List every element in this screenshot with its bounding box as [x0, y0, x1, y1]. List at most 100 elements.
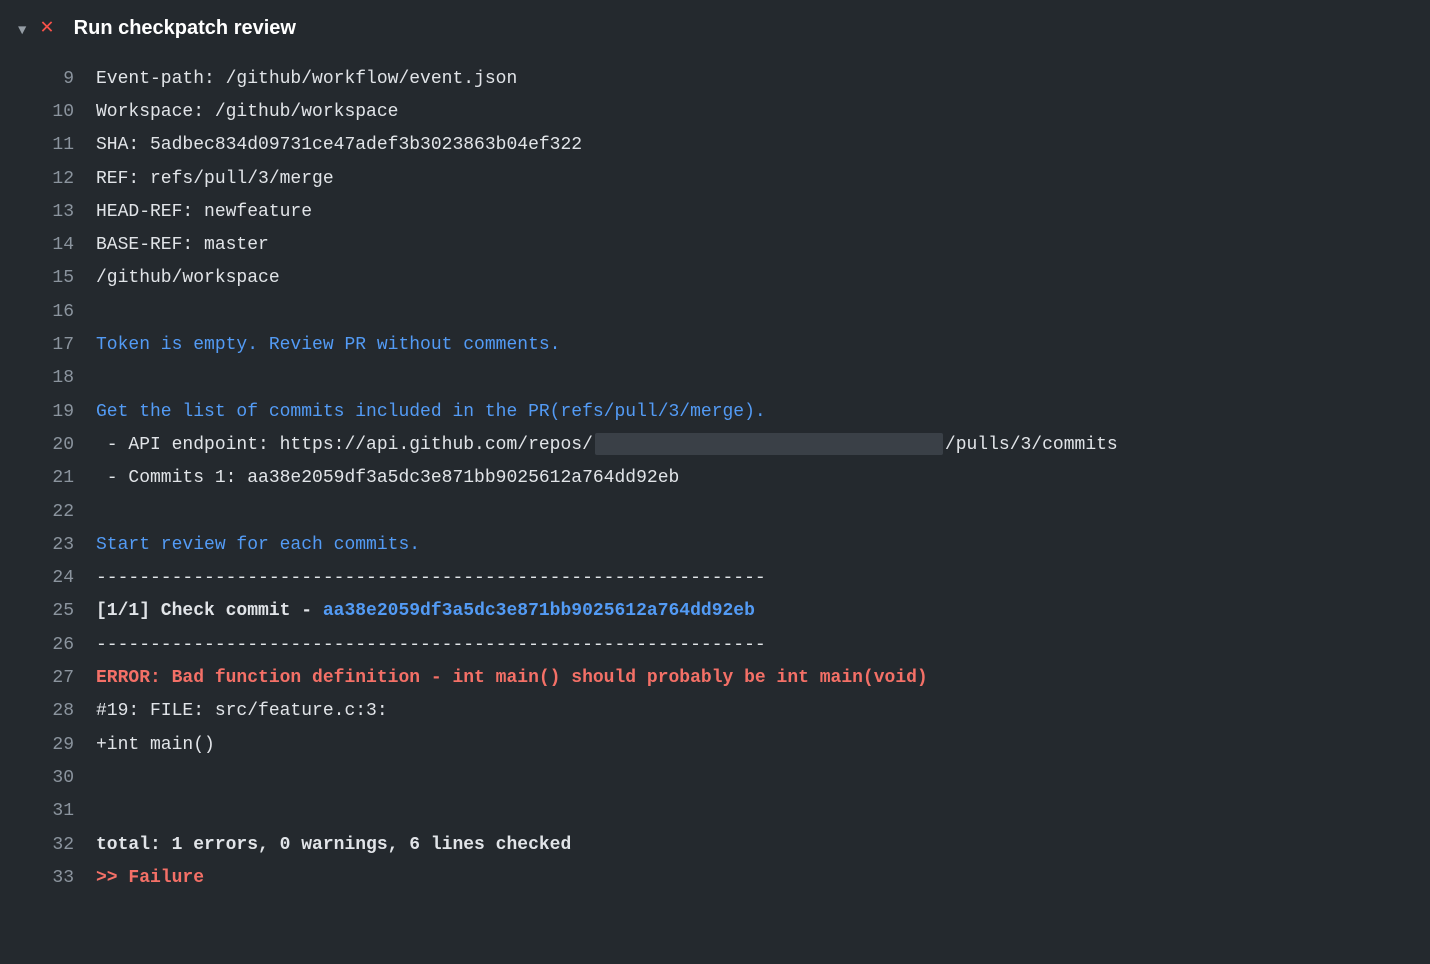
log-text-segment: ----------------------------------------… — [96, 568, 766, 588]
line-content: Get the list of commits included in the … — [96, 396, 1430, 429]
line-content: +int main() — [96, 729, 1430, 762]
line-content — [96, 496, 1430, 529]
step-title: Run checkpatch review — [74, 10, 296, 47]
log-text-segment: Workspace: /github/workspace — [96, 102, 398, 122]
line-content: BASE-REF: master — [96, 229, 1430, 262]
log-output: 9Event-path: /github/workflow/event.json… — [0, 63, 1430, 905]
log-line: 13HEAD-REF: newfeature — [0, 196, 1430, 229]
log-text-segment: HEAD-REF: newfeature — [96, 202, 312, 222]
log-line: 24--------------------------------------… — [0, 562, 1430, 595]
line-content: #19: FILE: src/feature.c:3: — [96, 695, 1430, 728]
line-content: [1/1] Check commit - aa38e2059df3a5dc3e8… — [96, 595, 1430, 628]
log-text-segment: Start review for each commits. — [96, 535, 420, 555]
log-text-segment: - API endpoint: https://api.github.com/r… — [96, 435, 593, 455]
line-content: ----------------------------------------… — [96, 629, 1430, 662]
line-content: >> Failure — [96, 862, 1430, 895]
log-line: 10Workspace: /github/workspace — [0, 96, 1430, 129]
line-content: Start review for each commits. — [96, 529, 1430, 562]
log-line: 20 - API endpoint: https://api.github.co… — [0, 429, 1430, 462]
line-number: 22 — [0, 496, 96, 529]
log-text-segment: /github/workspace — [96, 268, 280, 288]
log-text-segment: SHA: 5adbec834d09731ce47adef3b3023863b04… — [96, 135, 582, 155]
log-text-segment: /pulls/3/commits — [945, 435, 1118, 455]
line-number: 25 — [0, 595, 96, 628]
line-number: 15 — [0, 262, 96, 295]
log-line: 29+int main() — [0, 729, 1430, 762]
step-header[interactable]: ▲ ✕ Run checkpatch review — [0, 0, 1430, 63]
line-number: 33 — [0, 862, 96, 895]
log-line: 28#19: FILE: src/feature.c:3: — [0, 695, 1430, 728]
line-content: Token is empty. Review PR without commen… — [96, 329, 1430, 362]
line-number: 17 — [0, 329, 96, 362]
line-number: 16 — [0, 296, 96, 329]
log-text-segment: [1/1] Check commit - — [96, 601, 323, 621]
log-line: 32total: 1 errors, 0 warnings, 6 lines c… — [0, 829, 1430, 862]
line-content — [96, 296, 1430, 329]
log-line: 9Event-path: /github/workflow/event.json — [0, 63, 1430, 96]
log-line: 14BASE-REF: master — [0, 229, 1430, 262]
line-content: Event-path: /github/workflow/event.json — [96, 63, 1430, 96]
x-failure-icon: ✕ — [40, 8, 53, 49]
line-number: 31 — [0, 795, 96, 828]
log-line: 17Token is empty. Review PR without comm… — [0, 329, 1430, 362]
line-number: 10 — [0, 96, 96, 129]
line-number: 19 — [0, 396, 96, 429]
log-line: 15/github/workspace — [0, 262, 1430, 295]
log-line: 16 — [0, 296, 1430, 329]
line-content: HEAD-REF: newfeature — [96, 196, 1430, 229]
redacted-segment — [595, 433, 943, 455]
log-line: 23Start review for each commits. — [0, 529, 1430, 562]
log-text-segment: Failure — [128, 868, 204, 888]
log-line: 21 - Commits 1: aa38e2059df3a5dc3e871bb9… — [0, 462, 1430, 495]
log-line: 19Get the list of commits included in th… — [0, 396, 1430, 429]
log-text-segment: Get the list of commits included in the … — [96, 402, 766, 422]
line-number: 26 — [0, 629, 96, 662]
log-line: 27ERROR: Bad function definition - int m… — [0, 662, 1430, 695]
log-line: 11SHA: 5adbec834d09731ce47adef3b3023863b… — [0, 129, 1430, 162]
line-content: total: 1 errors, 0 warnings, 6 lines che… — [96, 829, 1430, 862]
line-content: REF: refs/pull/3/merge — [96, 163, 1430, 196]
line-number: 12 — [0, 163, 96, 196]
line-content: - API endpoint: https://api.github.com/r… — [96, 429, 1430, 462]
log-text-segment: >> — [96, 868, 128, 888]
log-text-segment: Event-path: /github/workflow/event.json — [96, 69, 517, 89]
line-content: ERROR: Bad function definition - int mai… — [96, 662, 1430, 695]
chevron-down-icon: ▲ — [18, 15, 26, 41]
line-number: 9 — [0, 63, 96, 96]
log-line: 31 — [0, 795, 1430, 828]
line-number: 28 — [0, 695, 96, 728]
line-number: 18 — [0, 362, 96, 395]
line-number: 23 — [0, 529, 96, 562]
line-number: 32 — [0, 829, 96, 862]
line-content — [96, 762, 1430, 795]
line-number: 14 — [0, 229, 96, 262]
line-number: 13 — [0, 196, 96, 229]
line-number: 30 — [0, 762, 96, 795]
line-content: /github/workspace — [96, 262, 1430, 295]
line-content — [96, 362, 1430, 395]
line-content: Workspace: /github/workspace — [96, 96, 1430, 129]
line-content — [96, 795, 1430, 828]
log-line: 22 — [0, 496, 1430, 529]
log-text-segment: ----------------------------------------… — [96, 635, 766, 655]
line-content: ----------------------------------------… — [96, 562, 1430, 595]
line-number: 20 — [0, 429, 96, 462]
log-text-segment: REF: refs/pull/3/merge — [96, 169, 334, 189]
line-number: 27 — [0, 662, 96, 695]
log-line: 26--------------------------------------… — [0, 629, 1430, 662]
line-number: 11 — [0, 129, 96, 162]
line-content: - Commits 1: aa38e2059df3a5dc3e871bb9025… — [96, 462, 1430, 495]
log-line: 12REF: refs/pull/3/merge — [0, 163, 1430, 196]
log-line: 25[1/1] Check commit - aa38e2059df3a5dc3… — [0, 595, 1430, 628]
log-text-segment: +int main() — [96, 735, 215, 755]
line-content: SHA: 5adbec834d09731ce47adef3b3023863b04… — [96, 129, 1430, 162]
log-text-segment: aa38e2059df3a5dc3e871bb9025612a764dd92eb — [323, 601, 755, 621]
log-text-segment: total: 1 errors, 0 warnings, 6 lines che… — [96, 835, 571, 855]
log-text-segment: ERROR: Bad function definition - int mai… — [96, 668, 928, 688]
log-text-segment: Token is empty. Review PR without commen… — [96, 335, 560, 355]
log-line: 33>> Failure — [0, 862, 1430, 895]
log-text-segment: BASE-REF: master — [96, 235, 269, 255]
line-number: 24 — [0, 562, 96, 595]
log-text-segment: - Commits 1: aa38e2059df3a5dc3e871bb9025… — [96, 468, 679, 488]
line-number: 21 — [0, 462, 96, 495]
